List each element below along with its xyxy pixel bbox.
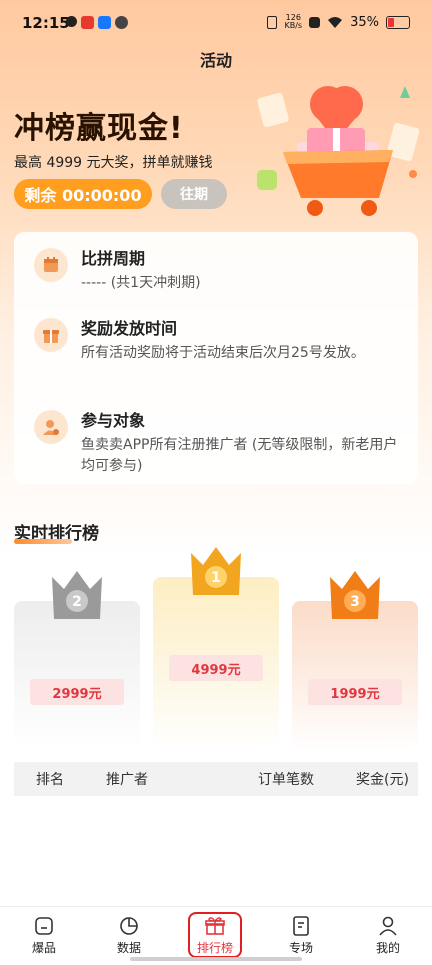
calendar-icon [34, 248, 68, 282]
user-icon [34, 410, 68, 444]
info-desc: 鱼卖卖APP所有注册推广者 (无等级限制，新老用户均可参与) [81, 437, 398, 474]
hero-subline: 最高 4999 元大奖，拼单就赚钱 [14, 155, 213, 171]
status-bar: 12:15 126 KB/s 35% [0, 0, 432, 40]
status-right: 126 KB/s 35% [267, 14, 410, 30]
rank-number: 2 [72, 594, 82, 610]
wifi-icon [328, 16, 343, 28]
past-events-button[interactable]: 往期 [161, 179, 227, 209]
tab-special[interactable]: 专场 [271, 915, 331, 956]
countdown-timer: 剩余 00:00:00 [14, 179, 152, 209]
prize-amount-third: 1999元 [308, 679, 402, 705]
home-indicator [130, 957, 302, 961]
person-icon [379, 916, 397, 936]
column-bonus: 奖金(元) [356, 772, 409, 788]
column-orders: 订单笔数 [258, 772, 314, 788]
tab-label: 专场 [288, 941, 313, 955]
app-notification-icon [81, 16, 94, 29]
prize-amount-second: 2999元 [30, 679, 124, 705]
info-title: 比拼周期 [81, 249, 146, 268]
tab-mine[interactable]: 我的 [358, 915, 418, 956]
speed-unit: KB/s [284, 21, 303, 30]
crown-first-icon: 1 [191, 547, 241, 595]
network-speed: 126 KB/s [284, 14, 302, 30]
sim-icon [309, 16, 321, 28]
home-icon [35, 917, 53, 935]
page-title: 活动 [199, 51, 232, 70]
tab-data[interactable]: 数据 [99, 915, 159, 956]
activity-info-card: 比拼周期 ----- (共1天冲刺期) 奖励发放时间 所有活动奖励将于活动结束后… [14, 232, 418, 484]
shopping-cart-illustration [257, 86, 420, 216]
podium-second [14, 601, 140, 749]
rank-number: 3 [350, 594, 360, 610]
alipay-icon [98, 16, 111, 29]
tab-label: 数据 [116, 941, 141, 955]
info-desc: 所有活动奖励将于活动结束后次月25号发放。 [81, 345, 365, 361]
gift-icon [34, 318, 68, 352]
info-row-reward-time: 奖励发放时间 所有活动奖励将于活动结束后次月25号发放。 [34, 318, 401, 364]
hero-headline: 冲榜赢现金! [14, 111, 184, 146]
info-desc: ----- (共1天冲刺期) [81, 275, 201, 291]
ranking-title-underline [14, 539, 72, 544]
info-title: 奖励发放时间 [81, 319, 178, 338]
info-row-participants: 参与对象 鱼卖卖APP所有注册推广者 (无等级限制，新老用户均可参与) [34, 410, 401, 477]
crown-third-icon: 3 [330, 571, 380, 619]
notification-icons [66, 16, 128, 29]
column-promoter: 推广者 [106, 772, 148, 788]
status-time: 12:15 [22, 14, 70, 32]
battery-icon [386, 15, 410, 29]
active-tab-highlight [188, 912, 242, 958]
info-row-period: 比拼周期 ----- (共1天冲刺期) [34, 248, 401, 294]
prize-amount-first: 4999元 [169, 655, 263, 681]
tab-hot-items[interactable]: 爆品 [14, 915, 74, 956]
document-icon [293, 916, 309, 936]
tab-label: 我的 [375, 941, 400, 955]
podium-third [292, 601, 418, 749]
column-rank: 排名 [36, 772, 64, 788]
tab-label: 爆品 [31, 941, 56, 955]
pie-chart-icon [120, 917, 138, 935]
rank-number: 1 [211, 570, 221, 586]
wechat-icon [115, 16, 128, 29]
ranking-table-header: 排名 推广者 订单笔数 奖金(元) [14, 762, 418, 796]
battery-percent: 35% [350, 14, 379, 30]
crown-second-icon: 2 [52, 571, 102, 619]
app-notification-icon [66, 16, 77, 27]
info-title: 参与对象 [81, 411, 146, 430]
vibrate-icon [267, 15, 278, 29]
